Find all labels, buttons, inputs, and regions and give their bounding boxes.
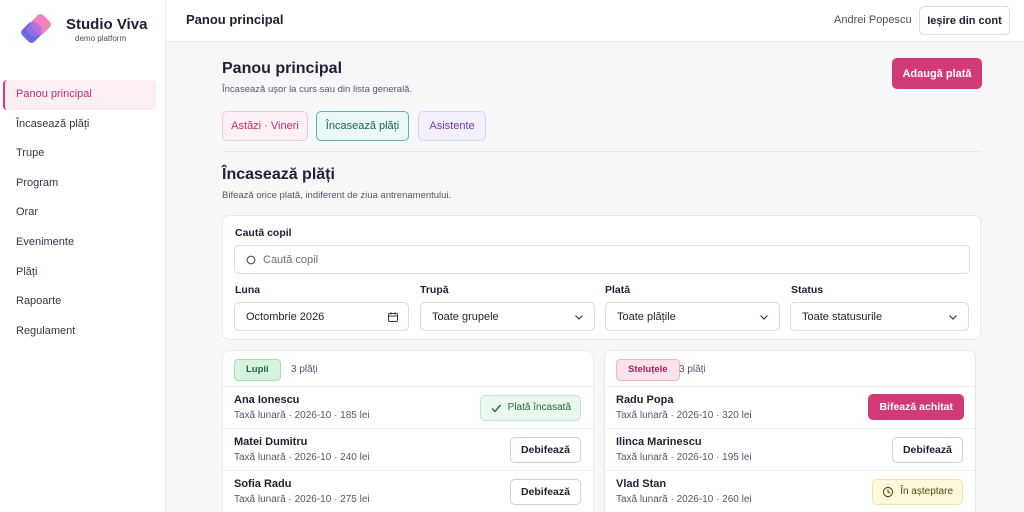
group-header: Lupii 3 plăți [223,351,593,387]
month-value: Octombrie 2026 [246,311,325,323]
top-bar: Panou principal Andrei Popescu Ieșire di… [166,0,1024,42]
user-name: Andrei Popescu [834,14,912,26]
group-card-stelutele: Steluțele 3 plăți Radu Popa Taxă lunară … [604,350,976,512]
logout-button[interactable]: Ieșire din cont [919,6,1010,35]
child-name: Ana Ionescu [234,394,300,406]
child-name: Vlad Stan [616,478,667,490]
child-name: Radu Popa [616,394,674,406]
topbar-title: Panou principal [186,12,284,27]
payment-select-value: Toate plățile [617,311,676,323]
list-item: Ilinca Marinescu Taxă lunară · 2026-10 ·… [605,429,975,471]
group-badge: Steluțele [616,359,680,381]
uncheck-button[interactable]: Debifează [891,437,963,463]
list-item: Vlad Stan Taxă lunară · 2026-10 · 260 le… [605,471,975,512]
sidebar-nav: Panou principal Încasează plăți Trupe Pr… [3,80,156,346]
status-label: Plată încasată [507,402,571,413]
check-icon [491,404,501,413]
mark-paid-button[interactable]: Bifează achitat [868,394,964,420]
group-header: Steluțele 3 plăți [605,351,975,387]
section-title: Încasează plăți [222,166,335,183]
sidebar-item-incaseaza-plati[interactable]: Încasează plăți [3,110,156,140]
list-item: Matei Dumitru Taxă lunară · 2026-10 · 24… [223,429,593,471]
payment-count: 3 plăți [291,364,318,375]
tab-asistente[interactable]: Asistente [418,111,486,141]
payment-detail: Taxă lunară · 2026-10 · 240 lei [234,452,370,463]
payment-select[interactable]: Toate plățile [605,302,780,331]
page-title: Panou principal [222,60,343,77]
group-card-lupii: Lupii 3 plăți Ana Ionescu Taxă lunară · … [222,350,594,512]
status-badge: În așteptare [872,479,963,505]
section-subtitle: Bifează orice plată, indiferent de ziua … [222,190,452,201]
clock-icon [883,486,894,498]
payment-filter-label: Plată [605,284,631,296]
search-icon [246,255,256,265]
brand-subtitle: demo platform [75,34,127,43]
page-subtitle: Încasează ușor la curs sau din lista gen… [222,84,413,95]
calendar-icon [388,312,398,322]
status-label: În așteptare [900,486,953,497]
group-select[interactable]: Toate grupele [420,302,595,331]
payment-detail: Taxă lunară · 2026-10 · 185 lei [234,410,370,421]
payment-detail: Taxă lunară · 2026-10 · 195 lei [616,452,752,463]
add-payment-button[interactable]: Adaugă plată [892,58,982,89]
status-filter-label: Status [791,284,824,296]
search-label: Caută copil [235,227,292,239]
status-select[interactable]: Toate statusurile [790,302,969,331]
payment-detail: Taxă lunară · 2026-10 · 320 lei [616,410,752,421]
chevron-down-icon [949,315,957,320]
payment-detail: Taxă lunară · 2026-10 · 260 lei [616,494,752,505]
sidebar-item-program[interactable]: Program [3,169,156,199]
brand-title: Studio Viva [66,16,148,33]
uncheck-button[interactable]: Debifează [509,437,581,463]
brand[interactable]: Studio Viva demo platform [20,13,160,49]
tab-incaseaza-plati[interactable]: Încasează plăți [316,111,409,141]
filter-card: Caută copil Luna Octombrie 2026 Trupă To… [222,215,981,340]
status-select-value: Toate statusurile [802,311,883,323]
sidebar-item-plati[interactable]: Plăți [3,258,156,288]
month-label: Luna [235,284,261,296]
studio-logo-icon [21,14,51,43]
sidebar-item-regulament[interactable]: Regulament [3,317,156,347]
uncheck-button[interactable]: Debifează [509,479,581,505]
sidebar-item-orar[interactable]: Orar [3,198,156,228]
group-filter-label: Trupă [420,284,449,296]
sidebar-item-trupe[interactable]: Trupe [3,139,156,169]
section-divider [222,151,981,152]
child-name: Ilinca Marinescu [616,436,702,448]
status-badge: Plată încasată [479,395,581,421]
chevron-down-icon [575,315,583,320]
group-select-value: Toate grupele [432,311,499,323]
child-name: Sofia Radu [234,478,292,490]
payment-count: 3 plăți [679,364,706,375]
list-item: Radu Popa Taxă lunară · 2026-10 · 320 le… [605,387,975,429]
payment-detail: Taxă lunară · 2026-10 · 275 lei [234,494,370,505]
list-item: Ana Ionescu Taxă lunară · 2026-10 · 185 … [223,387,593,429]
month-picker[interactable]: Octombrie 2026 [234,302,409,331]
search-box[interactable] [234,245,970,274]
sidebar: Studio Viva demo platform Panou principa… [0,0,166,512]
group-badge: Lupii [234,359,281,381]
search-input[interactable] [263,247,963,272]
child-name: Matei Dumitru [234,436,308,448]
sidebar-item-evenimente[interactable]: Evenimente [3,228,156,258]
sidebar-item-rapoarte[interactable]: Rapoarte [3,287,156,317]
chevron-down-icon [760,315,768,320]
tab-astazi-vineri[interactable]: Astăzi · Vineri [222,111,308,141]
list-item: Sofia Radu Taxă lunară · 2026-10 · 275 l… [223,471,593,512]
sidebar-item-panou-principal[interactable]: Panou principal [3,80,156,110]
